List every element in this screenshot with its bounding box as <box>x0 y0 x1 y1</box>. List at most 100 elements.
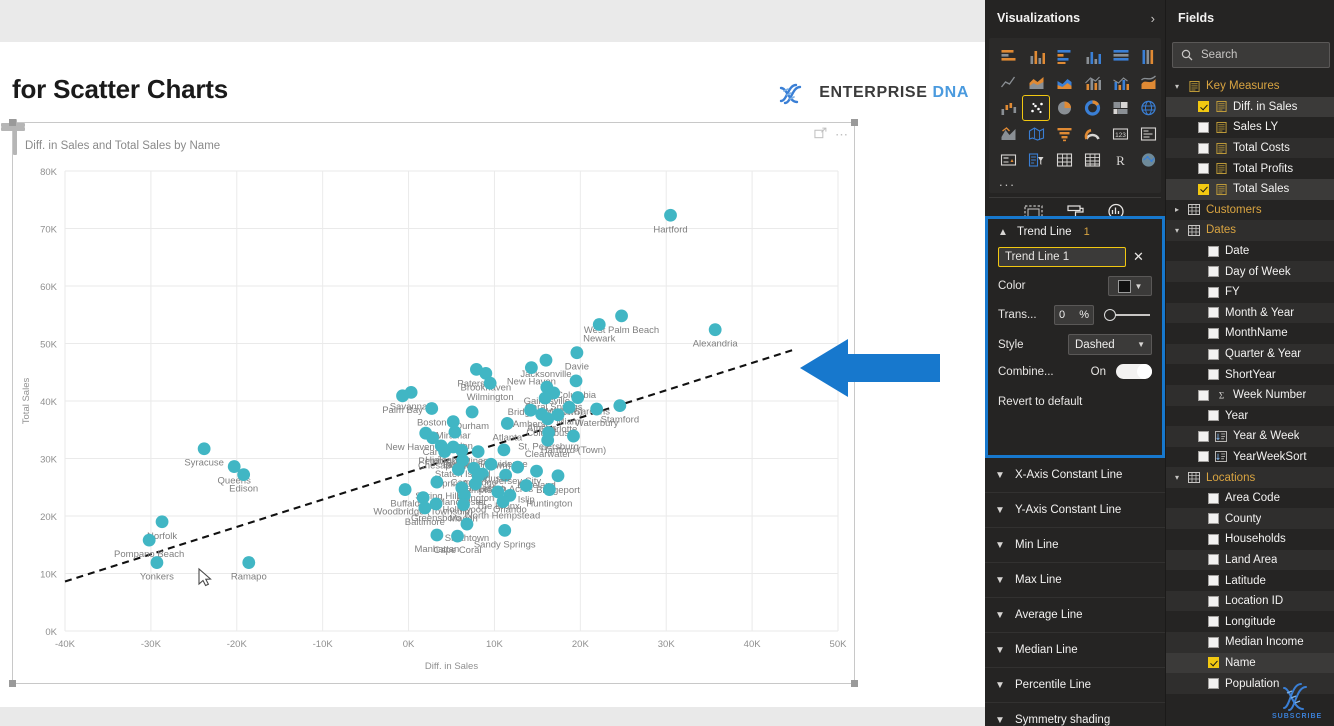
field-item-month-year[interactable]: Month & Year <box>1166 302 1334 324</box>
field-checkbox[interactable] <box>1208 513 1219 525</box>
field-item-year[interactable]: Year <box>1166 406 1334 427</box>
field-checkbox[interactable] <box>1208 678 1219 690</box>
analytics-section-x-axis-constant-line[interactable]: ▼ X-Axis Constant Line <box>985 458 1165 493</box>
field-checkbox[interactable] <box>1208 575 1219 587</box>
chevron-expanded-icon[interactable]: ▾ <box>1172 226 1182 235</box>
pie-chart-icon[interactable] <box>1051 96 1077 120</box>
multi-row-card-icon[interactable] <box>1135 122 1161 146</box>
waterfall-chart-icon[interactable] <box>995 96 1021 120</box>
slider-knob[interactable] <box>1104 309 1116 321</box>
field-checkbox[interactable] <box>1208 327 1219 339</box>
field-item-population[interactable]: Population <box>1166 673 1334 694</box>
chevron-down-icon[interactable]: ▼ <box>1135 282 1143 291</box>
chevron-down-icon[interactable]: ▼ <box>995 575 1006 586</box>
field-checkbox[interactable] <box>1198 163 1209 175</box>
search-input[interactable]: Search <box>1201 49 1237 61</box>
field-checkbox[interactable] <box>1198 101 1209 113</box>
fields-group-key-measures[interactable]: ▾ Key Measures <box>1166 76 1334 97</box>
field-item-sales-ly[interactable]: Sales LY <box>1166 117 1334 138</box>
donut-chart-icon[interactable] <box>1079 96 1105 120</box>
plot-area[interactable]: 0K 10K 20K 30K 40K 50K 60K 70K 80K -40K -30K -20K -1… <box>13 157 854 683</box>
field-item-total-costs[interactable]: Total Costs <box>1166 137 1334 159</box>
field-checkbox[interactable] <box>1208 636 1219 648</box>
analytics-section-symmetry-shading[interactable]: ▼ Symmetry shading <box>985 703 1165 726</box>
close-icon[interactable]: ✕ <box>1133 249 1144 265</box>
field-checkbox[interactable] <box>1208 348 1219 360</box>
field-checkbox[interactable] <box>1208 410 1219 422</box>
trend-line-header[interactable]: ▲ Trend Line 1 <box>988 219 1162 245</box>
field-item-date[interactable]: Date <box>1166 241 1334 262</box>
combine-toggle[interactable] <box>1116 364 1152 379</box>
filled-map-icon[interactable] <box>995 122 1021 146</box>
clustered-bar-chart-icon[interactable] <box>1051 44 1077 68</box>
fields-group-locations[interactable]: ▾ Locations <box>1166 467 1334 488</box>
field-checkbox[interactable] <box>1198 389 1209 401</box>
r-script-visual-icon[interactable]: R <box>1107 148 1133 172</box>
card-icon[interactable]: 123 <box>1107 122 1133 146</box>
field-checkbox[interactable] <box>1208 369 1219 381</box>
field-checkbox[interactable] <box>1208 286 1219 298</box>
field-item-area-code[interactable]: Area Code <box>1166 488 1334 509</box>
analytics-section-median-line[interactable]: ▼ Median Line <box>985 633 1165 668</box>
more-options-icon[interactable]: ⋯ <box>835 128 848 141</box>
treemap-icon[interactable] <box>1107 96 1133 120</box>
area-chart-icon[interactable] <box>1023 70 1049 94</box>
field-checkbox[interactable] <box>1208 595 1219 607</box>
field-checkbox[interactable] <box>1208 616 1219 628</box>
stacked-column-chart-icon[interactable] <box>1023 44 1049 68</box>
field-item-week-number[interactable]: Σ Week Number <box>1166 384 1334 406</box>
field-checkbox[interactable] <box>1208 245 1219 257</box>
100-stacked-bar-chart-icon[interactable] <box>1107 44 1133 68</box>
chevron-right-icon[interactable]: › <box>1151 11 1155 26</box>
field-checkbox[interactable] <box>1198 142 1209 154</box>
chevron-down-icon[interactable]: ▼ <box>995 505 1006 516</box>
chevron-down-icon[interactable]: ▼ <box>995 470 1006 481</box>
analytics-section-average-line[interactable]: ▼ Average Line <box>985 598 1165 633</box>
field-item-total-sales[interactable]: Total Sales <box>1166 178 1334 200</box>
field-item-latitude[interactable]: Latitude <box>1166 570 1334 591</box>
slicer-icon[interactable] <box>1023 148 1049 172</box>
chevron-down-icon[interactable]: ▼ <box>995 540 1006 551</box>
field-item-county[interactable]: County <box>1166 508 1334 530</box>
style-dropdown[interactable]: Dashed ▼ <box>1068 334 1152 355</box>
focus-mode-icon[interactable] <box>814 127 827 142</box>
visualization-icon-grid[interactable]: 123 R <box>995 44 1157 172</box>
chevron-down-icon[interactable]: ▼ <box>995 645 1006 656</box>
python-visual-icon[interactable] <box>1135 148 1161 172</box>
field-checkbox[interactable] <box>1208 533 1219 545</box>
stacked-area-chart-icon[interactable] <box>1051 70 1077 94</box>
chevron-down-icon[interactable]: ▼ <box>995 680 1006 691</box>
field-item-name[interactable]: Name <box>1166 652 1334 674</box>
field-item-yearweeksort[interactable]: YearWeekSort <box>1166 447 1334 468</box>
field-item-total-profits[interactable]: Total Profits <box>1166 158 1334 179</box>
fields-tree[interactable]: ▾ Key Measures Diff. in Sales Sales LY Total… <box>1166 76 1334 694</box>
field-item-land-area[interactable]: Land Area <box>1166 549 1334 571</box>
fields-group-customers[interactable]: ▸ Customers <box>1166 200 1334 221</box>
field-item-year-week[interactable]: Year & Week <box>1166 426 1334 447</box>
field-item-day-of-week[interactable]: Day of Week <box>1166 261 1334 282</box>
field-checkbox[interactable] <box>1198 430 1209 442</box>
visualization-more-icon[interactable]: ... <box>995 172 1157 189</box>
stacked-bar-chart-icon[interactable] <box>995 44 1021 68</box>
field-checkbox[interactable] <box>1198 183 1209 195</box>
ribbon-chart-icon[interactable] <box>1135 70 1161 94</box>
analytics-section-min-line[interactable]: ▼ Min Line <box>985 528 1165 563</box>
transparency-input[interactable]: 0 % <box>1054 305 1094 325</box>
line-chart-icon[interactable] <box>995 70 1021 94</box>
color-picker-button[interactable]: ▼ <box>1108 276 1152 296</box>
clustered-column-chart-icon[interactable] <box>1079 44 1105 68</box>
scatter-plot-svg[interactable]: 0K 10K 20K 30K 40K 50K 60K 70K 80K -40K -30K -20K -1… <box>13 157 854 683</box>
field-item-shortyear[interactable]: ShortYear <box>1166 364 1334 385</box>
field-item-quarter-year[interactable]: Quarter & Year <box>1166 343 1334 365</box>
table-icon[interactable] <box>1051 148 1077 172</box>
fields-group-dates[interactable]: ▾ Dates <box>1166 220 1334 241</box>
scatter-chart-icon[interactable] <box>1022 95 1050 121</box>
map-icon[interactable] <box>1135 96 1161 120</box>
field-checkbox[interactable] <box>1198 451 1209 463</box>
revert-to-default-link[interactable]: Revert to default <box>988 394 1162 416</box>
search-box[interactable]: Search <box>1172 42 1330 68</box>
kpi-icon[interactable] <box>995 148 1021 172</box>
chevron-down-icon[interactable]: ▼ <box>1137 340 1145 349</box>
analytics-section-max-line[interactable]: ▼ Max Line <box>985 563 1165 598</box>
transparency-slider[interactable] <box>1104 308 1152 322</box>
